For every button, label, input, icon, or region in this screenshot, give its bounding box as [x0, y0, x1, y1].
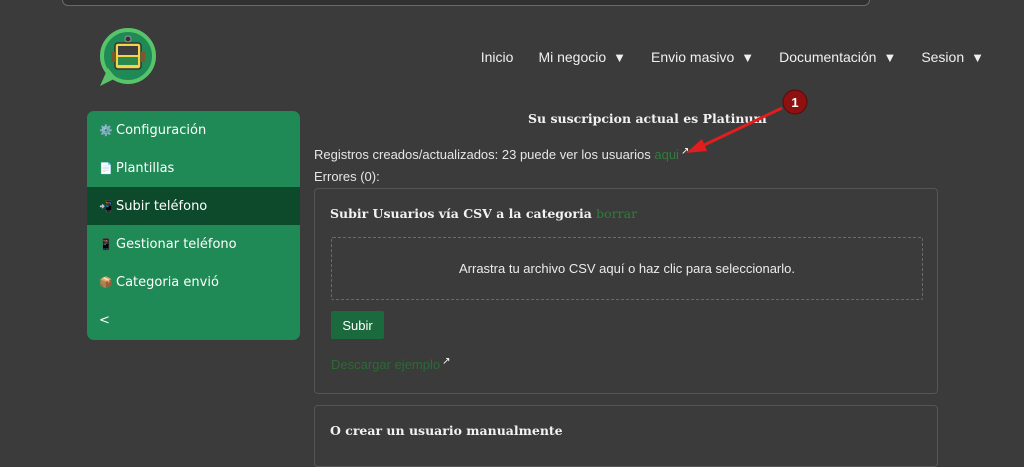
package-icon: 📦: [99, 275, 113, 289]
upload-card-title: Subir Usuarios vía CSV a la categoria bo…: [330, 206, 637, 221]
sidebar-item-gestionar-telefono[interactable]: 📱 Gestionar teléfono: [87, 225, 300, 263]
collapse-icon: <: [99, 312, 110, 328]
nav-mi-negocio[interactable]: Mi negocio ▼: [538, 49, 626, 65]
external-link-icon: ↗: [680, 146, 690, 157]
browser-top-bar: [62, 0, 870, 6]
bot-logo-icon[interactable]: [94, 26, 160, 90]
sidebar-collapse-button[interactable]: <: [87, 301, 300, 339]
nav-documentacion[interactable]: Documentación ▼: [779, 49, 896, 65]
sidebar-item-label: Subir teléfono: [116, 198, 208, 214]
nav-inicio-label: Inicio: [480, 49, 514, 65]
ver-usuarios-link[interactable]: aqui: [654, 147, 679, 162]
nav-documentacion-label: Documentación: [779, 49, 877, 65]
sidebar-item-subir-telefono[interactable]: 📲 Subir teléfono: [87, 187, 300, 225]
sidebar: ⚙️ Configuración 📄 Plantillas 📲 Subir te…: [87, 111, 300, 340]
nav-sesion-label: Sesion: [921, 49, 965, 65]
sidebar-item-configuracion[interactable]: ⚙️ Configuración: [87, 111, 300, 149]
dropzone-text: Arrastra tu archivo CSV aquí o haz clic …: [459, 261, 795, 276]
caret-down-icon: ▼: [613, 50, 627, 65]
nav-sesion[interactable]: Sesion ▼: [921, 49, 984, 65]
nav-inicio[interactable]: Inicio: [481, 49, 514, 65]
nav-envio-masivo-label: Envio masivo: [651, 49, 735, 65]
caret-down-icon: ▼: [741, 50, 755, 65]
document-icon: 📄: [99, 161, 113, 175]
registros-status: Registros creados/actualizados: 23 puede…: [314, 146, 690, 162]
upload-icon: 📲: [99, 199, 113, 213]
sidebar-item-label: Gestionar teléfono: [116, 236, 237, 252]
nav-envio-masivo[interactable]: Envio masivo ▼: [651, 49, 754, 65]
sidebar-item-label: Plantillas: [116, 160, 175, 176]
sidebar-item-label: Configuración: [116, 122, 207, 138]
errores-status: Errores (0):: [314, 169, 380, 184]
annotation-badge: [782, 89, 808, 115]
nav-mi-negocio-label: Mi negocio: [538, 49, 607, 65]
caret-down-icon: ▼: [971, 50, 984, 65]
registros-text: Registros creados/actualizados: 23 puede…: [314, 147, 655, 162]
sidebar-item-label: Categoria envió: [116, 274, 219, 290]
gear-icon: ⚙️: [99, 123, 113, 137]
external-link-icon: ↗: [442, 356, 451, 367]
subir-button[interactable]: Subir: [331, 311, 384, 339]
sidebar-item-categoria-envio[interactable]: 📦 Categoria envió: [87, 263, 300, 301]
main-navigation: Inicio Mi negocio ▼ Envio masivo ▼ Documen…: [481, 49, 984, 65]
download-example: Descargar ejemplo ↗: [331, 356, 451, 372]
phone-list-icon: 📱: [99, 237, 113, 251]
caret-down-icon: ▼: [883, 50, 897, 65]
manual-card-title: O crear un usuario manualmente: [330, 423, 563, 438]
manual-user-card: O crear un usuario manualmente: [314, 405, 938, 467]
subscription-status: Su suscripcion actual es Platinum: [528, 111, 767, 126]
csv-dropzone[interactable]: Arrastra tu archivo CSV aquí o haz clic …: [331, 237, 923, 300]
sidebar-item-plantillas[interactable]: 📄 Plantillas: [87, 149, 300, 187]
descargar-ejemplo-link[interactable]: Descargar ejemplo: [331, 357, 440, 372]
borrar-link[interactable]: borrar: [596, 206, 637, 221]
upload-csv-card: Subir Usuarios vía CSV a la categoria bo…: [314, 188, 938, 394]
annotation-number: 1: [791, 95, 798, 110]
upload-card-title-text: Subir Usuarios vía CSV a la categoria: [330, 206, 597, 221]
